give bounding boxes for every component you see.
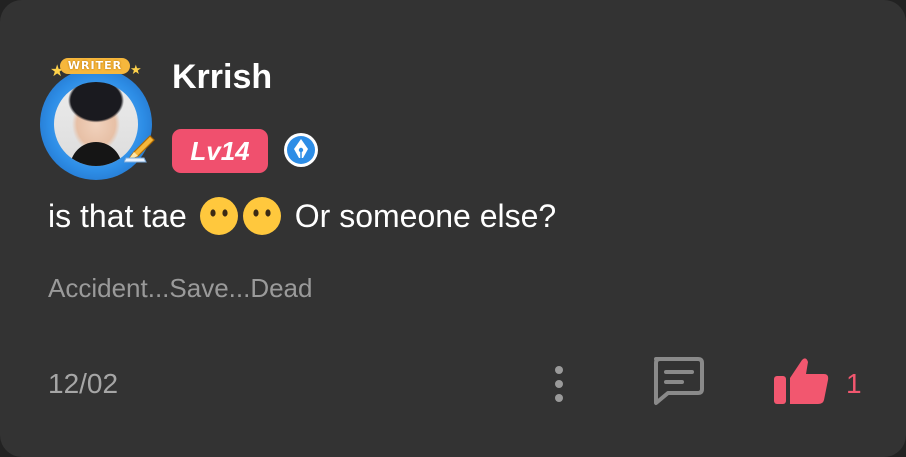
level-badge: Lv14	[172, 129, 268, 173]
writer-badge: WRITER	[60, 58, 130, 74]
more-vertical-icon[interactable]	[548, 362, 570, 406]
comment-text-prefix: is that tae	[48, 197, 187, 234]
avatar[interactable]: ★ ★ WRITER	[38, 58, 162, 180]
comment-text: is that tae Or someone else?	[48, 196, 556, 236]
like-count: 1	[846, 368, 862, 399]
author-name[interactable]: Krrish	[172, 58, 272, 97]
star-icon: ★	[130, 62, 142, 77]
comment-card: ★ ★ WRITER Krrish Lv14 is that tae Or so…	[0, 0, 906, 457]
pen-icon	[124, 135, 155, 163]
pen-nib-badge-icon	[284, 133, 318, 167]
comment-date: 12/02	[48, 368, 119, 399]
comment-text-suffix: Or someone else?	[294, 197, 557, 234]
confused-face-emoji-icon	[199, 197, 238, 235]
confused-face-emoji-icon	[242, 197, 281, 235]
story-source-link[interactable]: Accident...Save...Dead	[48, 273, 312, 304]
thumbs-up-icon[interactable]	[772, 356, 830, 406]
comment-bubble-icon[interactable]	[648, 355, 706, 407]
